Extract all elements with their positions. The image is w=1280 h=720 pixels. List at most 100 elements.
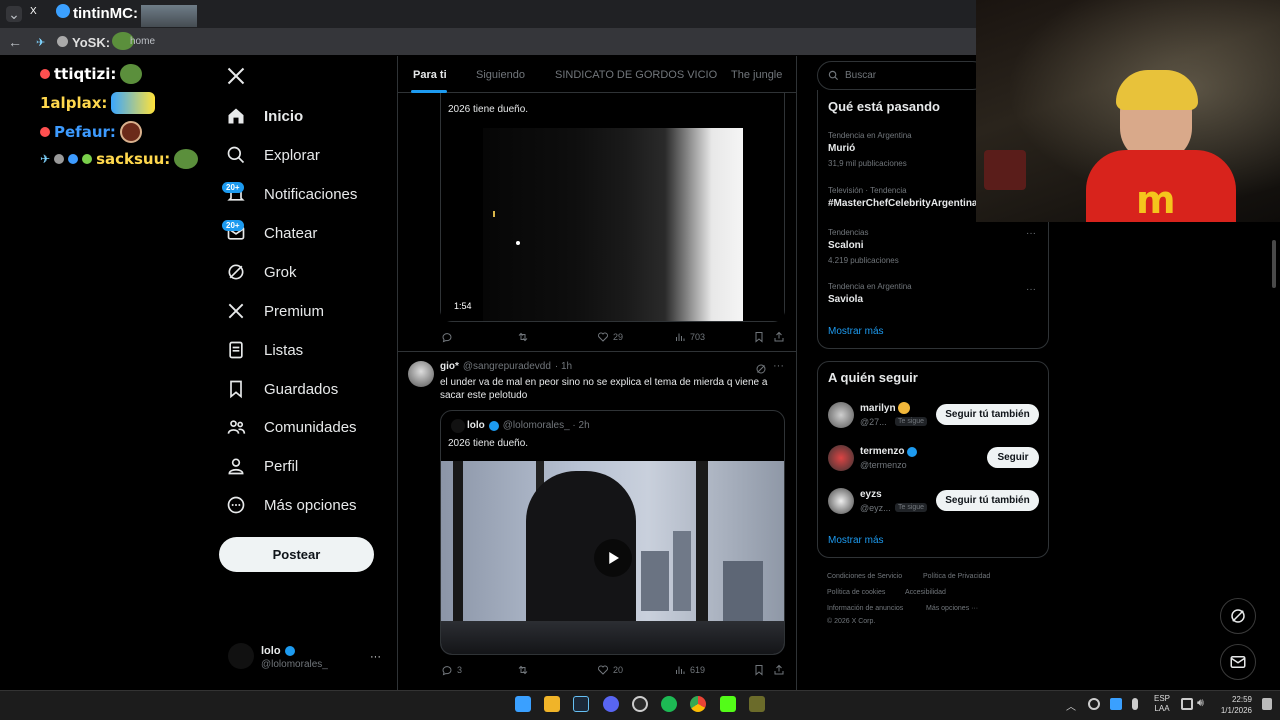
scrollbar-thumb[interactable] <box>1272 240 1276 288</box>
footer-link[interactable]: Política de cookies <box>827 589 885 596</box>
retweet-button[interactable] <box>517 331 529 343</box>
reply-button[interactable]: 3 <box>441 664 462 676</box>
reply-button[interactable] <box>441 331 457 343</box>
search-input[interactable]: Buscar <box>817 61 987 90</box>
url-text[interactable]: home <box>130 36 155 47</box>
clock[interactable]: 22:59 1/1/2026 <box>1216 694 1252 716</box>
nav-notificaciones[interactable]: Notificaciones <box>226 180 357 208</box>
views-button[interactable]: 619 <box>674 664 705 676</box>
tab-siguiendo[interactable]: Siguiendo <box>476 69 525 81</box>
avatar[interactable] <box>228 643 254 669</box>
follow-button[interactable]: Seguir tú también <box>936 404 1039 425</box>
nav-inicio[interactable]: Inicio <box>226 102 303 130</box>
nav-explorar[interactable]: Explorar <box>226 141 320 169</box>
like-button[interactable]: 29 <box>597 331 623 343</box>
views-button[interactable]: 703 <box>674 331 705 343</box>
show-more-link[interactable]: Mostrar más <box>828 326 884 337</box>
trend-name[interactable]: #MasterChefCelebrityArgentina <box>828 198 977 209</box>
nav-label: Comunidades <box>264 418 357 436</box>
author-name[interactable]: gio* <box>440 361 459 372</box>
emote-icon <box>57 36 68 47</box>
microphone-icon[interactable] <box>1132 698 1138 710</box>
avatar[interactable] <box>828 445 854 471</box>
back-arrow-icon[interactable]: ← <box>6 34 24 50</box>
shield-icon[interactable] <box>1110 698 1122 710</box>
trend-name[interactable]: Saviola <box>828 294 863 305</box>
copyright: © 2026 X Corp. <box>827 618 876 625</box>
account-menu-button[interactable]: ··· <box>370 651 381 663</box>
app-icon[interactable] <box>749 696 765 712</box>
nav-premium[interactable]: Premium <box>226 297 324 325</box>
browser-tab-bar: ⌄ X tintinMC: <box>0 0 980 28</box>
video-player[interactable] <box>441 128 784 321</box>
tab-search-button[interactable]: ⌄ <box>6 6 22 22</box>
tab-para-ti[interactable]: Para ti <box>413 69 447 81</box>
search-icon <box>227 146 245 164</box>
messages-floating-button[interactable] <box>1220 644 1256 680</box>
nav-mas-opciones[interactable]: Más opciones <box>226 491 357 519</box>
video-duration: 1:54 <box>451 300 475 312</box>
views-icon <box>676 666 685 674</box>
notification-icon[interactable] <box>1262 698 1272 710</box>
grok-floating-button[interactable] <box>1220 598 1256 634</box>
follow-name[interactable]: marilyn <box>860 403 896 414</box>
grok-icon[interactable] <box>755 362 767 374</box>
retweet-button[interactable] <box>517 664 529 676</box>
play-icon[interactable] <box>594 539 632 577</box>
chat-badge: 20+ <box>222 220 244 231</box>
tab-sindicato[interactable]: SINDICATO DE GORDOS VICIO <box>555 69 717 81</box>
nav-comunidades[interactable]: Comunidades <box>226 413 357 441</box>
file-explorer-icon[interactable] <box>544 696 560 712</box>
follow-name-row[interactable]: termenzo <box>860 446 918 457</box>
language-indicator[interactable]: ESP LAA <box>1154 694 1170 714</box>
footer-link[interactable]: Información de anuncios <box>827 605 903 612</box>
tab-the-jungle[interactable]: The jungle <box>731 69 782 81</box>
bookmark-button[interactable] <box>753 664 765 676</box>
windows-start-icon[interactable] <box>515 696 531 712</box>
discord-icon[interactable] <box>603 696 619 712</box>
volume-icon[interactable]: 🔊︎ <box>1197 697 1204 710</box>
post-button[interactable]: Postear <box>219 537 374 572</box>
steam-icon[interactable] <box>573 696 589 712</box>
show-more-link[interactable]: Mostrar más <box>828 535 884 546</box>
share-button[interactable] <box>773 331 785 343</box>
follow-button[interactable]: Seguir tú también <box>936 490 1039 511</box>
author-handle[interactable]: @sangrepuradevdd <box>463 361 551 372</box>
avatar[interactable] <box>828 488 854 514</box>
trend-more-icon[interactable]: ··· <box>1026 228 1036 239</box>
bookmark-button[interactable] <box>753 331 765 343</box>
spotify-icon[interactable] <box>661 696 677 712</box>
trend-count: 31,9 mil publicaciones <box>828 159 907 168</box>
footer-link[interactable]: Condiciones de Servicio <box>827 573 902 580</box>
emote-icon <box>119 121 142 143</box>
video-player[interactable] <box>441 461 784 654</box>
avatar <box>451 419 465 433</box>
sync-icon[interactable] <box>1088 698 1100 710</box>
nav-perfil[interactable]: Perfil <box>226 452 298 480</box>
display-icon[interactable] <box>1181 698 1193 710</box>
footer-link[interactable]: Accesibilidad <box>905 589 946 596</box>
nav-guardados[interactable]: Guardados <box>226 375 338 403</box>
like-button[interactable]: 20 <box>597 664 623 676</box>
obs-icon[interactable] <box>632 696 648 712</box>
quote-author: lolo <box>467 420 485 431</box>
footer-link[interactable]: Más opciones ··· <box>926 605 978 612</box>
follow-button[interactable]: Seguir <box>987 447 1039 468</box>
chrome-icon[interactable] <box>690 696 706 712</box>
footer-link[interactable]: Política de Privacidad <box>923 573 990 580</box>
account-name[interactable]: lolo <box>261 645 295 657</box>
avatar[interactable] <box>828 402 854 428</box>
nav-listas[interactable]: Listas <box>226 336 303 364</box>
more-icon[interactable]: ··· <box>773 360 784 372</box>
tweet-time[interactable]: · 1h <box>555 361 572 372</box>
nav-grok[interactable]: Grok <box>226 258 297 286</box>
avatar[interactable] <box>408 361 434 387</box>
tray-chevron-icon[interactable]: ︿ <box>1066 698 1076 713</box>
trend-more-icon[interactable]: ··· <box>1026 284 1036 295</box>
trend-name[interactable]: Murió <box>828 143 855 154</box>
follow-name[interactable]: eyzs <box>860 489 882 500</box>
share-button[interactable] <box>773 664 785 676</box>
x-logo-icon[interactable] <box>226 66 246 86</box>
trend-name[interactable]: Scaloni <box>828 240 864 251</box>
kick-icon[interactable] <box>720 696 736 712</box>
